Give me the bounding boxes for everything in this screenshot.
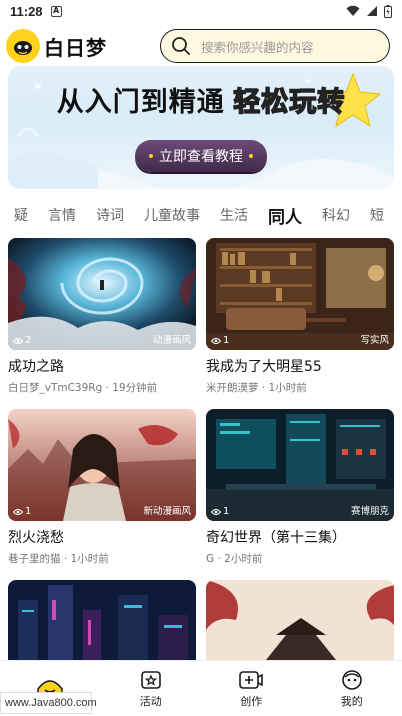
- style-badge: 新动漫画风: [143, 506, 191, 517]
- view-tutorial-label: 立即查看教程: [159, 149, 243, 165]
- story-thumbnail: 2 动漫画风: [8, 238, 196, 350]
- story-card[interactable]: 1 赛博朋克 奇幻世界（第十三集） G · 2小时前: [206, 409, 394, 566]
- status-time: 11:28: [10, 3, 43, 19]
- story-title: 我成为了大明星55: [206, 359, 322, 375]
- style-badge: 写实风: [360, 335, 389, 346]
- button-dot-icon: [249, 154, 253, 158]
- search-icon: [172, 37, 190, 55]
- logo-text: 白日梦: [44, 37, 107, 60]
- story-time: 1小时前: [70, 553, 109, 565]
- tab-category[interactable]: 生活: [220, 205, 248, 225]
- eye-icon: [211, 508, 221, 515]
- story-title: 成功之路: [8, 359, 64, 375]
- views-count: 1: [223, 506, 230, 517]
- signal-icon: [367, 6, 377, 16]
- tab-category[interactable]: 诗词: [96, 205, 124, 225]
- battery-icon: [384, 4, 392, 18]
- search-placeholder: 搜索你感兴趣的内容: [201, 39, 314, 55]
- app-header: 白日梦 搜索你感兴趣的内容: [0, 26, 402, 66]
- activity-icon: [140, 670, 161, 689]
- views-count: 1: [223, 335, 230, 346]
- story-author: G: [206, 553, 215, 565]
- story-time: 1小时前: [268, 382, 307, 394]
- story-title: 奇幻世界（第十三集）: [206, 530, 346, 546]
- view-tutorial-button[interactable]: 立即查看教程: [135, 140, 267, 172]
- story-thumbnail: 1 写实风: [206, 238, 394, 350]
- style-badge: 赛博朋克: [350, 506, 389, 517]
- views-count: 2: [25, 335, 32, 346]
- story-meta: G · 2小时前: [206, 553, 263, 565]
- views-badge: 1: [13, 506, 31, 517]
- story-author: 米开朗漠萝: [206, 382, 259, 394]
- story-meta: 白日梦_vTmC39Rg · 19分钟前: [8, 382, 158, 394]
- eye-icon: [13, 508, 23, 515]
- story-meta: 巷子里的猫 · 1小时前: [8, 553, 109, 565]
- nav-activity-label: 活动: [139, 694, 162, 708]
- tab-category[interactable]: 短: [370, 205, 384, 225]
- banner-title-part1: 从入门到精通: [56, 87, 225, 117]
- story-card[interactable]: 1 写实风 我成为了大明星55 米开朗漠萝 · 1小时前: [206, 238, 394, 395]
- story-time: 19分钟前: [112, 382, 158, 394]
- button-dot-icon: [149, 154, 153, 158]
- nav-create-label: 创作: [240, 694, 263, 708]
- wifi-icon: [346, 5, 360, 16]
- eye-icon: [13, 337, 23, 344]
- story-time: 2小时前: [224, 553, 263, 565]
- profile-icon: [341, 669, 362, 690]
- views-badge: 2: [13, 335, 31, 346]
- story-author: 白日梦_vTmC39Rg: [8, 382, 103, 394]
- eye-icon: [211, 337, 221, 344]
- create-icon: [239, 670, 264, 689]
- story-thumbnail: 1 赛博朋克: [206, 409, 394, 521]
- tutorial-banner[interactable]: 从入门到精通 轻松玩转 立即查看教程: [8, 66, 394, 189]
- banner-title: 从入门到精通 轻松玩转: [8, 80, 394, 119]
- views-badge: 1: [211, 506, 229, 517]
- style-badge: 动漫画风: [152, 335, 191, 346]
- search-input[interactable]: 搜索你感兴趣的内容: [160, 29, 390, 63]
- story-author: 巷子里的猫: [8, 553, 61, 565]
- tab-category-active[interactable]: 同人: [268, 203, 302, 228]
- logo-face-icon: [6, 29, 40, 63]
- notification-icon: A: [50, 5, 62, 17]
- story-meta: 米开朗漠萝 · 1小时前: [206, 382, 307, 394]
- nav-create[interactable]: 创作: [201, 661, 302, 716]
- story-card[interactable]: 2 动漫画风 成功之路 白日梦_vTmC39Rg · 19分钟前: [8, 238, 196, 395]
- story-thumbnail: 1 新动漫画风: [8, 409, 196, 521]
- views-count: 1: [25, 506, 32, 517]
- site-watermark: www.Java800.com: [0, 692, 97, 714]
- tab-category[interactable]: 疑: [14, 205, 28, 225]
- tab-category[interactable]: 科幻: [322, 205, 350, 225]
- tab-category[interactable]: 儿童故事: [144, 205, 200, 225]
- app-logo[interactable]: 白日梦: [6, 29, 107, 63]
- nav-profile-label: 我的: [340, 694, 363, 708]
- banner-title-part2: 轻松玩转: [233, 86, 346, 118]
- nav-profile[interactable]: 我的: [302, 661, 402, 716]
- story-card[interactable]: 1 新动漫画风 烈火浇愁 巷子里的猫 · 1小时前: [8, 409, 196, 566]
- views-badge: 1: [211, 335, 229, 346]
- tab-category[interactable]: 言情: [48, 205, 76, 225]
- status-bar: 11:28 A: [0, 0, 402, 22]
- story-title: 烈火浇愁: [8, 530, 64, 546]
- nav-activity[interactable]: 活动: [101, 661, 202, 716]
- category-tabs: 疑 言情 诗词 儿童故事 生活 同人 科幻 短: [0, 198, 402, 232]
